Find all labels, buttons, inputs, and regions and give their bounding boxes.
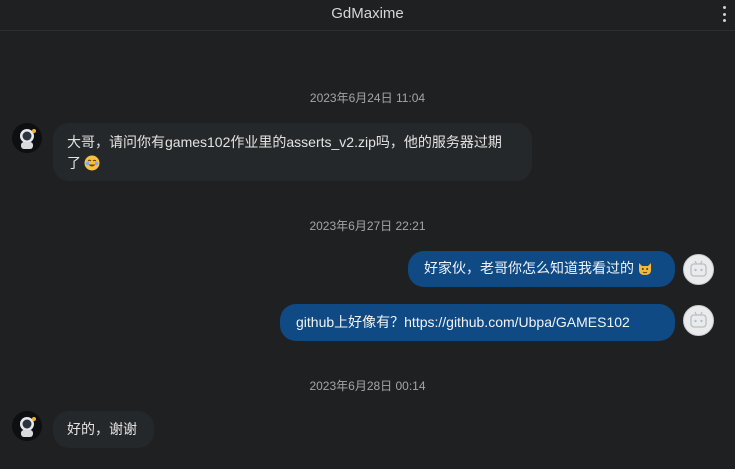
outgoing-message-bubble[interactable]: 好家伙，老哥你怎么知道我看过的 <box>408 251 675 287</box>
timestamp: 2023年6月28日 00:14 <box>309 379 426 393</box>
timestamp: 2023年6月24日 11:04 <box>309 91 426 105</box>
message-text: 好的，谢谢 <box>67 421 137 437</box>
more-vertical-icon[interactable] <box>719 6 729 22</box>
message-text-line: 了 <box>67 153 518 174</box>
outgoing-message-bubble[interactable]: github上好像有？https://github.com/Ubpa/GAMES… <box>280 304 675 341</box>
robot-avatar-icon <box>690 260 707 277</box>
astronaut-avatar-icon <box>12 411 42 441</box>
message-text: github上好像有？https://github.com/Ubpa/GAMES… <box>296 314 630 330</box>
chat-header: GdMaxime <box>0 0 735 31</box>
incoming-message-bubble[interactable]: 好的，谢谢 <box>53 411 154 448</box>
robot-avatar-icon <box>690 311 707 328</box>
chat-title: GdMaxime <box>331 5 404 22</box>
crying-laughing-emoji <box>84 155 100 171</box>
timestamp: 2023年6月27日 22:21 <box>309 219 426 233</box>
message-text-cont: 了 <box>67 155 81 171</box>
incoming-message-bubble[interactable]: 大哥，请问你有games102作业里的asserts_v2.zip吗，他的服务器… <box>53 123 532 181</box>
my-avatar[interactable] <box>683 254 714 285</box>
contact-avatar[interactable] <box>12 411 42 441</box>
message-text: 好家伙，老哥你怎么知道我看过的 <box>424 260 634 276</box>
contact-avatar[interactable] <box>12 123 42 153</box>
message-text: 大哥，请问你有games102作业里的asserts_v2.zip吗，他的服务器… <box>67 134 502 150</box>
astronaut-avatar-icon <box>12 123 42 153</box>
cat-emoji <box>639 263 651 275</box>
my-avatar[interactable] <box>683 305 714 336</box>
